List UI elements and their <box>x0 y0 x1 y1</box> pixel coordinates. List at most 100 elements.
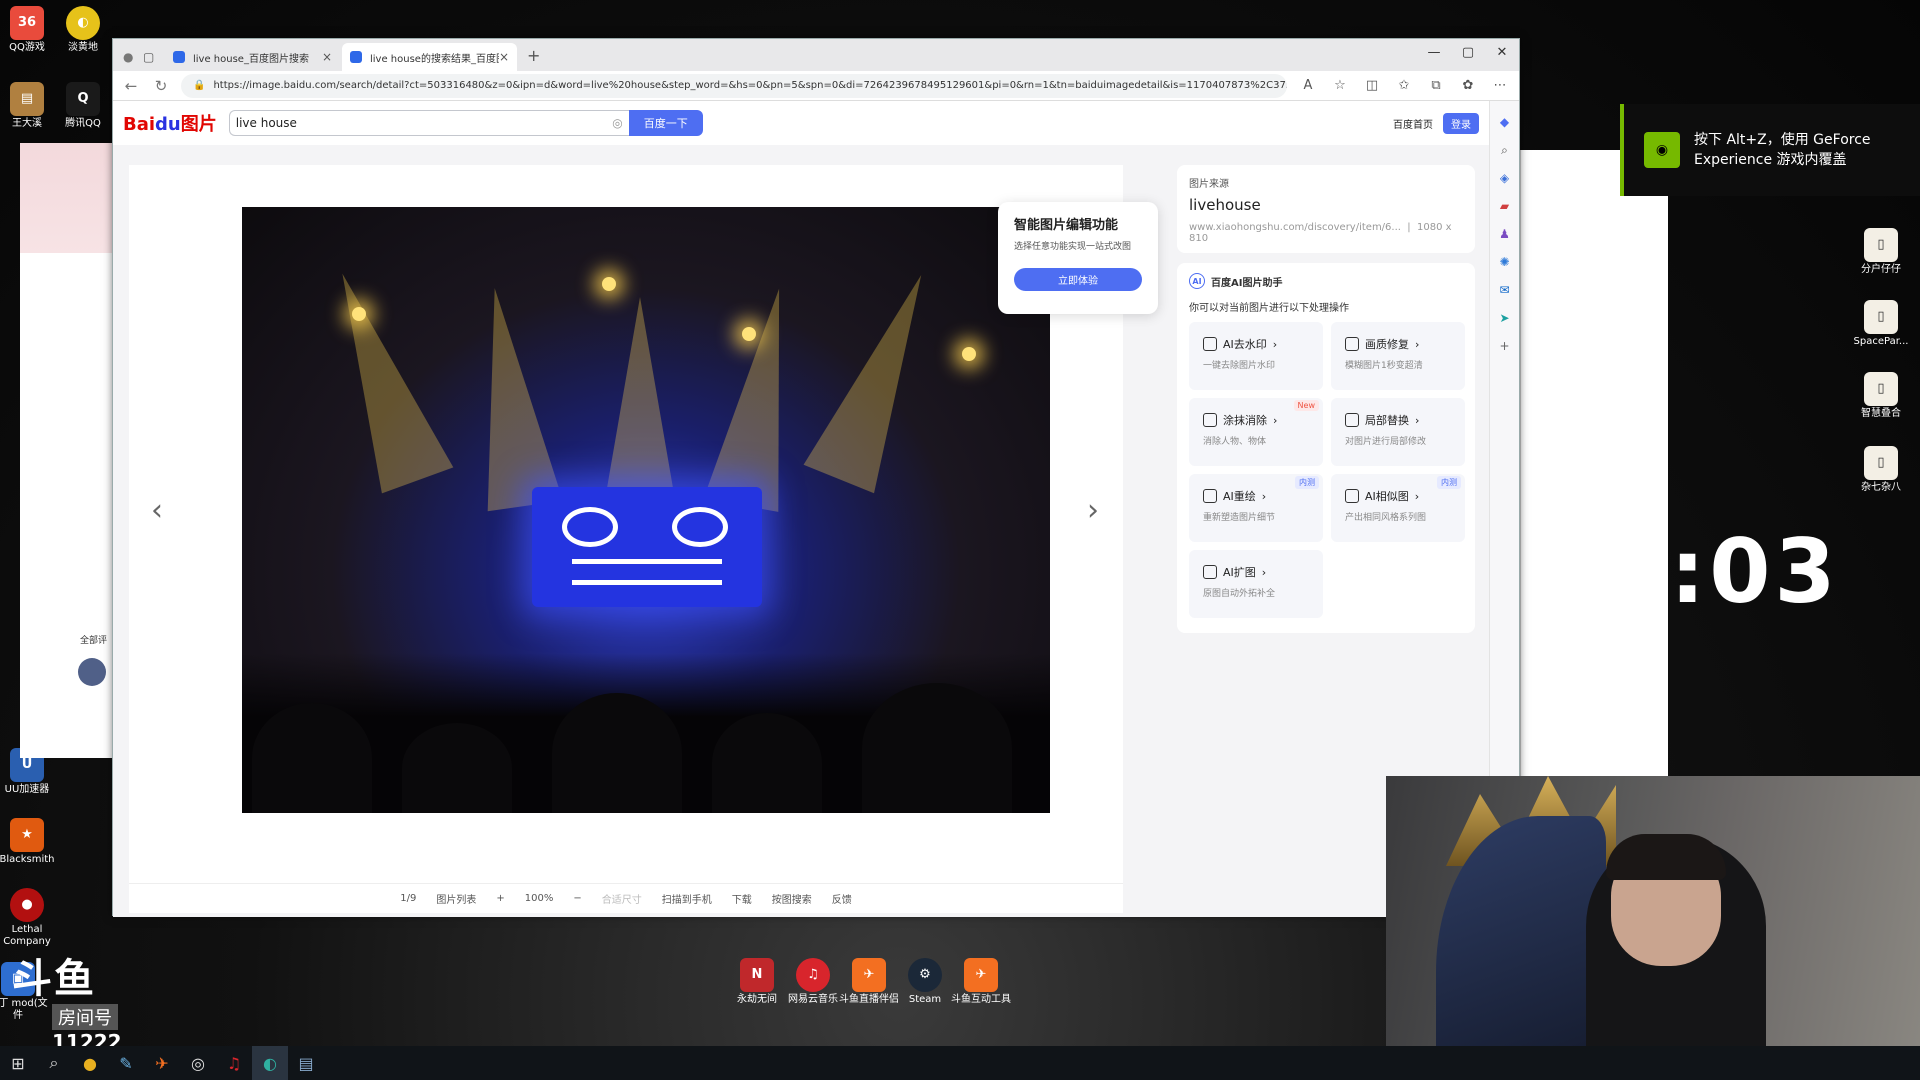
close-tab-icon[interactable]: × <box>322 50 332 64</box>
ai-tool-redraw[interactable]: 内测 AI重绘 › 重新塑造图片细节 <box>1189 474 1323 542</box>
close-window-icon[interactable]: ✕ <box>1485 39 1519 65</box>
tab-baidu-detail[interactable]: live house的搜索结果_百度图片搜× <box>342 43 517 71</box>
ai-tool-partial-replace[interactable]: 局部替换 › 对图片进行局部修改 <box>1331 398 1465 466</box>
ai-tool-similar-image[interactable]: 内测 AI相似图 › 产出相同风格系列图 <box>1331 474 1465 542</box>
send-icon[interactable]: ➤ <box>1498 311 1512 325</box>
read-aloud-icon[interactable]: A <box>1297 78 1319 93</box>
login-button[interactable]: 登录 <box>1443 112 1479 134</box>
tab-baidu-search[interactable]: live house_百度图片搜索 × <box>165 43 340 71</box>
camera-icon[interactable]: ◎ <box>612 116 622 130</box>
pen-app-icon[interactable]: ✎ <box>108 1046 144 1080</box>
search-icon[interactable]: ⌕ <box>36 1046 72 1080</box>
similar-image-icon <box>1345 489 1359 503</box>
ai-tool-smear-erase[interactable]: New 涂抹消除 › 消除人物、物体 <box>1189 398 1323 466</box>
reload-icon[interactable]: ↻ <box>151 77 171 95</box>
tab-title: live house_百度图片搜索 <box>193 53 309 65</box>
source-label: 图片来源 <box>1189 179 1229 190</box>
stage-light-beam <box>602 297 678 517</box>
copilot-icon[interactable]: ✺ <box>1498 255 1512 269</box>
outlook-icon[interactable]: ✉ <box>1498 283 1512 297</box>
dock-icon-douyu-tool[interactable]: ✈ 斗鱼互动工具 <box>946 958 1016 1006</box>
tool-title: AI扩图 <box>1223 566 1256 579</box>
nvidia-overlay-toast: ◉ 按下 Alt+Z，使用 GeForce Experience 游戏内覆盖 <box>1620 104 1920 196</box>
redraw-icon <box>1203 489 1217 503</box>
ai-tool-expand-image[interactable]: AI扩图 › 原图自动外拓补全 <box>1189 550 1323 618</box>
fit-size-button[interactable]: 合适尺寸 <box>602 891 642 906</box>
image-list-button[interactable]: 图片列表 <box>436 891 476 906</box>
desktop-icon-right-4[interactable]: ▯ 杂七杂八 <box>1846 446 1916 494</box>
expand-icon <box>1203 565 1217 579</box>
tab-title: live house的搜索结果_百度图片搜 <box>370 53 499 65</box>
collections-icon[interactable]: ⧉ <box>1425 78 1447 93</box>
chrome-icon[interactable]: ● <box>72 1046 108 1080</box>
viewer-toolbar: 1/9 图片列表 + 100% − 合适尺寸 扫描到手机 下载 按图搜索 反馈 <box>129 883 1123 913</box>
search-input[interactable]: live house ◎ <box>228 110 629 136</box>
baidu-image-logo[interactable]: Baidu图片 <box>123 110 217 136</box>
prev-image-arrow[interactable]: ‹ <box>151 493 163 528</box>
more-menu-icon[interactable]: ⋯ <box>1489 78 1511 93</box>
browser-window: ● ▢ live house_百度图片搜索 × live house的搜索结果_百… <box>112 38 1520 917</box>
add-icon[interactable]: + <box>1498 339 1512 353</box>
baidu-home-link[interactable]: 百度首页 <box>1393 116 1433 131</box>
scan-to-phone-button[interactable]: 扫描到手机 <box>662 891 712 906</box>
netease-music-icon[interactable]: ♫ <box>216 1046 252 1080</box>
feedback-button[interactable]: 反馈 <box>832 891 852 906</box>
edge-icon[interactable]: ◐ <box>252 1046 288 1080</box>
close-tab-icon[interactable]: × <box>499 50 509 64</box>
minimize-icon[interactable]: — <box>1417 39 1451 65</box>
desktop-icon-2[interactable]: ◐ 淡黄地 <box>48 6 118 54</box>
obs-icon[interactable]: ◎ <box>180 1046 216 1080</box>
ai-icon: AI <box>1189 273 1205 289</box>
favorite-star-icon[interactable]: ☆ <box>1329 78 1351 93</box>
search-icon[interactable]: ⌕ <box>1498 143 1512 157</box>
back-icon[interactable]: ← <box>121 77 141 95</box>
zoom-out-button[interactable]: − <box>573 893 581 904</box>
search-by-image-button[interactable]: 按图搜索 <box>772 891 812 906</box>
ai-assistant-header: AI 百度AI图片助手 <box>1189 273 1463 289</box>
clock-overlay-fragment: :03 <box>1670 520 1840 623</box>
new-tab-button[interactable]: + <box>519 46 548 71</box>
bell-icon[interactable]: ◆ <box>1498 115 1512 129</box>
try-now-button[interactable]: 立即体验 <box>1014 268 1142 291</box>
split-screen-icon[interactable]: ◫ <box>1361 78 1383 93</box>
ai-tool-remove-watermark[interactable]: AI去水印 › 一键去除图片水印 <box>1189 322 1323 390</box>
avatar[interactable] <box>78 658 106 686</box>
notepad-icon[interactable]: ▤ <box>288 1046 324 1080</box>
toolbox-icon[interactable]: ▰ <box>1498 199 1512 213</box>
favorites-icon[interactable]: ✩ <box>1393 78 1415 93</box>
tag-icon[interactable]: ◈ <box>1498 171 1512 185</box>
stage-light-beam <box>306 260 454 494</box>
desktop-icon-tencent-qq[interactable]: Q 腾讯QQ <box>48 82 118 130</box>
zoom-in-button[interactable]: + <box>496 893 504 904</box>
ai-tool-quality-repair[interactable]: 画质修复 › 模糊图片1秒变超清 <box>1331 322 1465 390</box>
source-url[interactable]: www.xiaohongshu.com/discovery/item/6... <box>1189 222 1401 233</box>
people-icon[interactable]: ♟ <box>1498 227 1512 241</box>
desktop-icon-right-2[interactable]: ▯ SpacePar... <box>1846 300 1916 348</box>
source-title[interactable]: livehouse <box>1189 196 1463 214</box>
streamer-hair <box>1606 834 1726 880</box>
douyu-icon[interactable]: ✈ <box>144 1046 180 1080</box>
desktop-icon-label: 智慧叠合 <box>1861 408 1901 419</box>
concert-photo[interactable] <box>242 207 1050 813</box>
url-field[interactable]: 🔒 https://image.baidu.com/search/detail?c… <box>181 73 1287 98</box>
image-source-box: 图片来源 livehouse www.xiaohongshu.com/disco… <box>1177 165 1475 253</box>
tool-desc: 一键去除图片水印 <box>1203 361 1276 371</box>
windows-start-icon[interactable]: ⊞ <box>0 1046 36 1080</box>
download-button[interactable]: 下载 <box>732 891 752 906</box>
desktop-icon-label: SpacePar... <box>1853 336 1909 347</box>
stage-spotlight <box>602 277 616 291</box>
tab-actions-icon[interactable]: ▢ <box>143 43 165 71</box>
background-app-panel: 全部评 <box>20 143 112 758</box>
desktop-icon-label: Lethal Company <box>3 924 51 947</box>
desktop-icon-right-3[interactable]: ▯ 智慧叠合 <box>1846 372 1916 420</box>
desktop-icon-blacksmith[interactable]: ★ Blacksmith <box>0 818 62 866</box>
extension-icon[interactable]: ✿ <box>1457 78 1479 93</box>
logo-suffix: 图片 <box>180 114 217 135</box>
maximize-icon[interactable]: ▢ <box>1451 39 1485 65</box>
desktop-icon-lethal-company[interactable]: ● Lethal Company <box>0 888 62 948</box>
desktop-icon-right-1[interactable]: ▯ 分户仔仔 <box>1846 228 1916 276</box>
profile-icon[interactable]: ● <box>123 43 143 71</box>
search-button[interactable]: 百度一下 <box>628 110 703 136</box>
desktop-icon-label: 杂七杂八 <box>1861 482 1901 493</box>
next-image-arrow[interactable]: › <box>1087 493 1099 528</box>
